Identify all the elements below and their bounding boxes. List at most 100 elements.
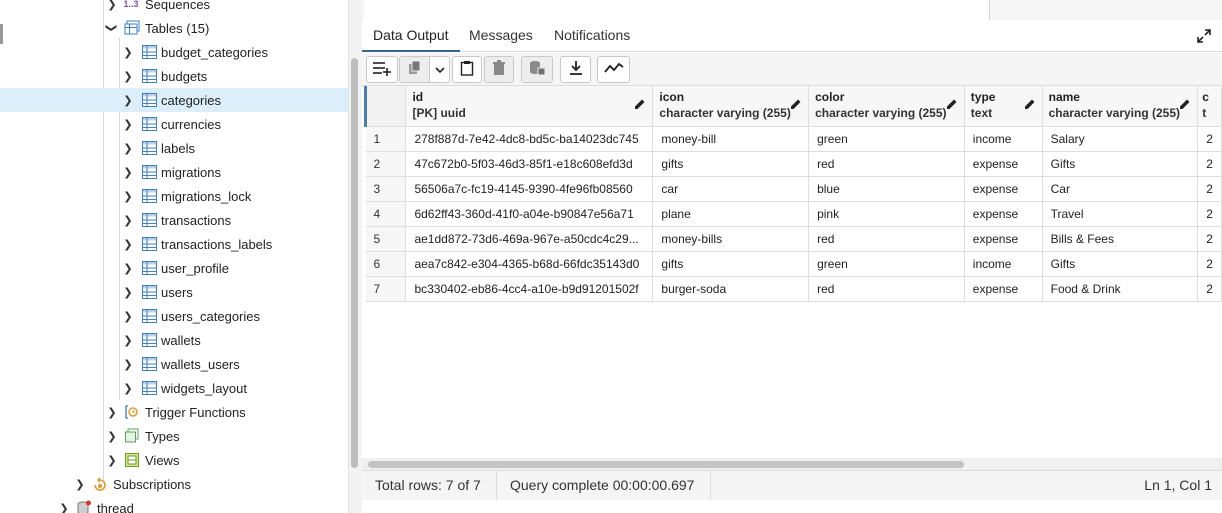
cell-color[interactable]: pink: [808, 201, 965, 227]
cell-type[interactable]: expense: [964, 276, 1043, 302]
cell-name[interactable]: Travel: [1042, 201, 1199, 227]
tree-node-trigger-functions[interactable]: ❯ Trigger Functions: [0, 400, 348, 424]
edit-pencil-icon[interactable]: [946, 98, 958, 110]
cell-color[interactable]: green: [808, 126, 965, 152]
chevron-right-icon[interactable]: ❯: [59, 502, 69, 513]
chevron-right-icon[interactable]: ❯: [123, 190, 133, 203]
chevron-right-icon[interactable]: ❯: [107, 0, 117, 11]
chevron-right-icon[interactable]: ❯: [123, 142, 133, 155]
table-row[interactable]: 3 56506a7c-fc19-4145-9390-4fe96fb08560 car…: [365, 176, 1222, 202]
tree-node-views[interactable]: ❯ Views: [0, 448, 348, 472]
cell-color[interactable]: red: [808, 151, 965, 177]
cell-extra[interactable]: 2: [1197, 151, 1222, 177]
column-header-type[interactable]: type text: [964, 86, 1043, 127]
column-header-name[interactable]: name character varying (255): [1042, 86, 1199, 127]
save-data-button[interactable]: [521, 56, 553, 83]
column-header-color[interactable]: color character varying (255): [808, 86, 965, 127]
edit-pencil-icon[interactable]: [634, 98, 646, 110]
cell-icon[interactable]: car: [652, 176, 810, 202]
row-number[interactable]: 1: [365, 126, 407, 152]
delete-button[interactable]: [484, 56, 514, 83]
copy-button[interactable]: [399, 56, 430, 83]
tree-node-table[interactable]: ❯ transactions: [0, 208, 348, 232]
row-number[interactable]: 4: [365, 201, 407, 227]
tree-node-table[interactable]: ❯ widgets_layout: [0, 376, 348, 400]
cell-extra[interactable]: 2: [1197, 201, 1222, 227]
row-number[interactable]: 3: [365, 176, 407, 202]
download-button[interactable]: [560, 56, 591, 83]
grid-scrollbar-thumb[interactable]: [368, 461, 964, 468]
cell-extra[interactable]: 2: [1197, 126, 1222, 152]
query-editor-area[interactable]: [364, 0, 990, 20]
tab-notifications[interactable]: Notifications: [543, 20, 641, 52]
cell-color[interactable]: green: [808, 251, 965, 277]
paste-button[interactable]: [452, 56, 482, 83]
chevron-right-icon[interactable]: ❯: [123, 358, 133, 371]
tree-node-table[interactable]: ❯ categories: [0, 88, 348, 112]
cell-name[interactable]: Gifts: [1042, 151, 1199, 177]
row-number[interactable]: 2: [365, 151, 407, 177]
tree-node-table[interactable]: ❯ user_profile: [0, 256, 348, 280]
tree-node-thread[interactable]: ❯ thread: [0, 496, 348, 513]
add-row-button[interactable]: [366, 56, 398, 83]
cell-id[interactable]: bc330402-eb86-4cc4-a10e-b9d91201502f: [405, 276, 654, 302]
chevron-right-icon[interactable]: ❯: [123, 118, 133, 131]
cell-id[interactable]: aea7c842-e304-4365-b68d-66fdc35143d0: [405, 251, 654, 277]
tree-node-table[interactable]: ❯ wallets_users: [0, 352, 348, 376]
cell-extra[interactable]: 2: [1197, 226, 1222, 252]
chevron-right-icon[interactable]: ❯: [123, 262, 133, 275]
chevron-right-icon[interactable]: ❯: [123, 94, 133, 107]
cell-color[interactable]: blue: [808, 176, 965, 202]
copy-options-button[interactable]: [429, 56, 450, 83]
row-number[interactable]: 5: [365, 226, 407, 252]
tree-node-table[interactable]: ❯ users_categories: [0, 304, 348, 328]
table-row[interactable]: 5 ae1dd872-73d6-469a-967e-a50cdc4c29... mo…: [365, 226, 1222, 252]
cell-id[interactable]: 47c672b0-5f03-46d3-85f1-e18c608efd3d: [405, 151, 654, 177]
chevron-right-icon[interactable]: ❯: [123, 166, 133, 179]
cell-id[interactable]: 6d62ff43-360d-41f0-a04e-b90847e56a71: [405, 201, 654, 227]
grid-horizontal-scrollbar[interactable]: [362, 458, 1222, 470]
chevron-right-icon[interactable]: ❯: [123, 334, 133, 347]
tree-node-subscriptions[interactable]: ❯ Subscriptions: [0, 472, 348, 496]
table-row[interactable]: 7 bc330402-eb86-4cc4-a10e-b9d91201502f bur…: [365, 276, 1222, 302]
tree-node-types[interactable]: ❯ Types: [0, 424, 348, 448]
tree-node-table[interactable]: ❯ budgets: [0, 64, 348, 88]
expand-icon[interactable]: [1196, 28, 1212, 44]
table-row[interactable]: 6 aea7c842-e304-4365-b68d-66fdc35143d0 gif…: [365, 251, 1222, 277]
chevron-right-icon[interactable]: ❯: [123, 70, 133, 83]
edit-pencil-icon[interactable]: [1024, 98, 1036, 110]
tree-node-sequences[interactable]: ❯ 1..3 Sequences: [0, 0, 348, 16]
cell-extra[interactable]: 2: [1197, 251, 1222, 277]
cell-type[interactable]: expense: [964, 176, 1043, 202]
table-row[interactable]: 2 47c672b0-5f03-46d3-85f1-e18c608efd3d gif…: [365, 151, 1222, 177]
cell-color[interactable]: red: [808, 226, 965, 252]
edit-pencil-icon[interactable]: [790, 98, 802, 110]
tree-node-table[interactable]: ❯ migrations: [0, 160, 348, 184]
tree-node-table[interactable]: ❯ currencies: [0, 112, 348, 136]
chevron-right-icon[interactable]: ❯: [107, 454, 117, 467]
chevron-right-icon[interactable]: ❯: [75, 478, 85, 491]
cell-name[interactable]: Salary: [1042, 126, 1199, 152]
column-header-id[interactable]: id [PK] uuid: [405, 86, 654, 127]
cell-type[interactable]: expense: [964, 201, 1043, 227]
chevron-right-icon[interactable]: ❯: [107, 406, 117, 419]
row-number-header[interactable]: [363, 86, 407, 127]
column-header-partial[interactable]: c t: [1197, 86, 1222, 127]
row-number[interactable]: 6: [365, 251, 407, 277]
cell-id[interactable]: 56506a7c-fc19-4145-9390-4fe96fb08560: [405, 176, 654, 202]
table-row[interactable]: 4 6d62ff43-360d-41f0-a04e-b90847e56a71 pla…: [365, 201, 1222, 227]
tree-node-table[interactable]: ❯ wallets: [0, 328, 348, 352]
cell-name[interactable]: Bills & Fees: [1042, 226, 1199, 252]
cell-type[interactable]: expense: [964, 151, 1043, 177]
cell-icon[interactable]: plane: [652, 201, 810, 227]
cell-icon[interactable]: money-bills: [652, 226, 810, 252]
cell-extra[interactable]: 2: [1197, 176, 1222, 202]
tree-node-table[interactable]: ❯ labels: [0, 136, 348, 160]
tree-scrollbar-thumb[interactable]: [351, 58, 358, 468]
edit-pencil-icon[interactable]: [1179, 98, 1191, 110]
column-header-icon[interactable]: icon character varying (255): [652, 86, 810, 127]
graph-visualiser-button[interactable]: [597, 56, 630, 83]
cell-type[interactable]: expense: [964, 226, 1043, 252]
tab-messages[interactable]: Messages: [458, 20, 544, 52]
cell-extra[interactable]: 2: [1197, 276, 1222, 302]
